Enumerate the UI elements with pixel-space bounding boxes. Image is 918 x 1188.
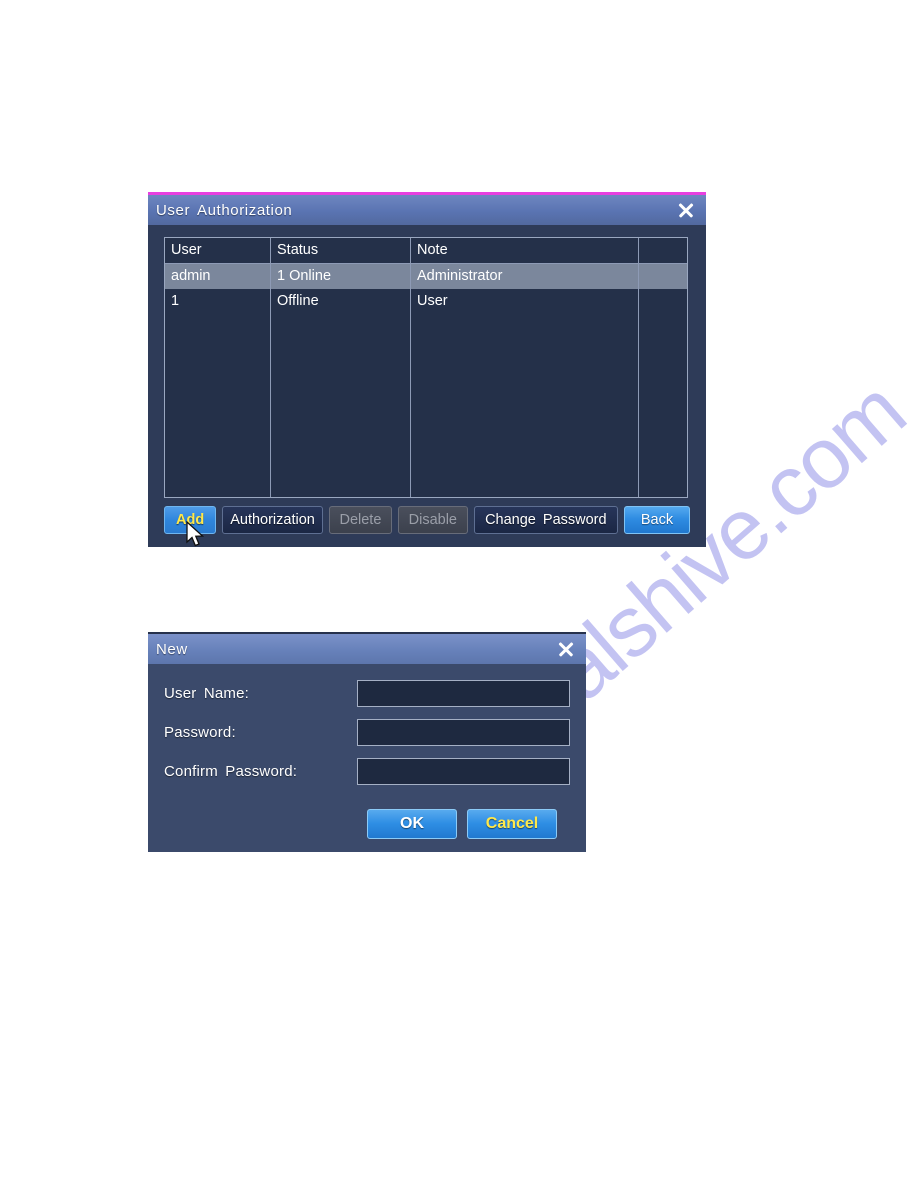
empty-col-status bbox=[271, 314, 411, 497]
user-table-empty-area bbox=[165, 314, 687, 497]
cell-user: 1 bbox=[165, 289, 271, 314]
new-user-dialog: New User Name: Password: Confirm Passwor… bbox=[148, 632, 586, 852]
empty-col-extra bbox=[639, 314, 687, 497]
delete-button: Delete bbox=[328, 506, 393, 534]
ok-button[interactable]: OK bbox=[367, 809, 457, 839]
cancel-button[interactable]: Cancel bbox=[467, 809, 557, 839]
user-authorization-body: User Status Note admin 1 Online Administ… bbox=[148, 225, 706, 498]
password-input[interactable] bbox=[357, 719, 570, 746]
confirm-password-label: Confirm Password: bbox=[164, 763, 298, 780]
add-button[interactable]: Add bbox=[164, 506, 217, 534]
authorization-button[interactable]: Authorization bbox=[222, 506, 323, 534]
user-name-input[interactable] bbox=[357, 680, 570, 707]
cell-note: User bbox=[411, 289, 639, 314]
password-label: Password: bbox=[164, 724, 236, 741]
password-row: Password: bbox=[164, 719, 570, 746]
confirm-password-input[interactable] bbox=[357, 758, 570, 785]
close-icon[interactable] bbox=[555, 638, 577, 660]
user-authorization-title: User Authorization bbox=[156, 201, 293, 219]
cell-note: Administrator bbox=[411, 264, 639, 289]
user-authorization-titlebar: User Authorization bbox=[148, 195, 706, 225]
column-header-extra bbox=[639, 238, 687, 263]
new-user-body: User Name: Password: Confirm Password: O… bbox=[148, 664, 586, 839]
cell-extra bbox=[639, 289, 687, 314]
empty-col-user bbox=[165, 314, 271, 497]
user-authorization-dialog: User Authorization User Status Note admi… bbox=[148, 192, 706, 547]
user-table-header: User Status Note bbox=[165, 238, 687, 264]
close-icon[interactable] bbox=[675, 199, 697, 221]
cell-status: Offline bbox=[271, 289, 411, 314]
new-user-titlebar: New bbox=[148, 634, 586, 664]
change-password-button[interactable]: Change Password bbox=[473, 506, 619, 534]
disable-button: Disable bbox=[398, 506, 468, 534]
column-header-user: User bbox=[165, 238, 271, 263]
empty-col-note bbox=[411, 314, 639, 497]
user-table: User Status Note admin 1 Online Administ… bbox=[164, 237, 688, 498]
column-header-note: Note bbox=[411, 238, 639, 263]
column-header-status: Status bbox=[271, 238, 411, 263]
confirm-password-row: Confirm Password: bbox=[164, 758, 570, 785]
user-name-label: User Name: bbox=[164, 685, 250, 702]
back-button[interactable]: Back bbox=[624, 506, 690, 534]
cell-user: admin bbox=[165, 264, 271, 289]
cell-extra bbox=[639, 264, 687, 289]
user-authorization-button-row: Add Authorization Delete Disable Change … bbox=[148, 498, 706, 534]
new-user-button-row: OK Cancel bbox=[164, 797, 570, 839]
new-user-title: New bbox=[156, 640, 188, 658]
table-row[interactable]: admin 1 Online Administrator bbox=[165, 264, 687, 289]
cell-status: 1 Online bbox=[271, 264, 411, 289]
table-row[interactable]: 1 Offline User bbox=[165, 289, 687, 314]
user-name-row: User Name: bbox=[164, 680, 570, 707]
